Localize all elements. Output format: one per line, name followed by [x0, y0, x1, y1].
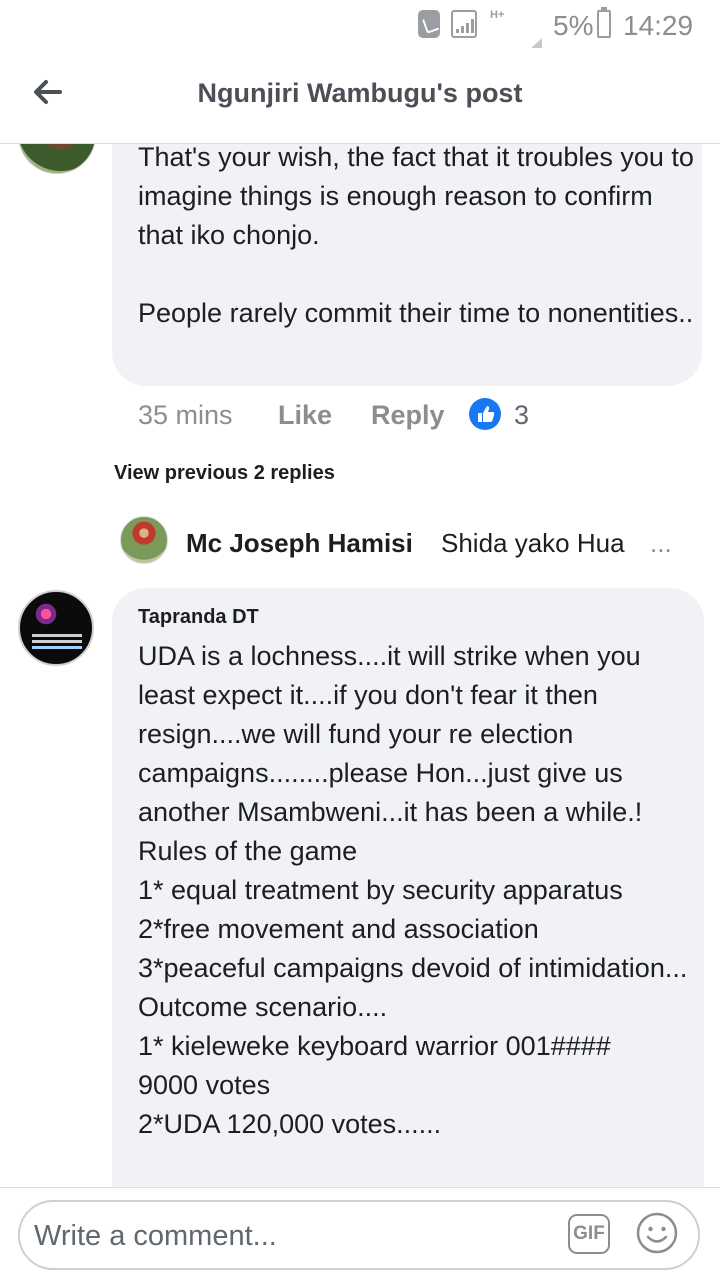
reply-ellipsis: ...: [650, 528, 672, 558]
comment-input[interactable]: Write a comment... GIF: [18, 1200, 700, 1270]
comment-author-name[interactable]: Tapranda DT: [138, 606, 259, 629]
battery-icon: [597, 7, 611, 38]
avatar[interactable]: [18, 590, 94, 666]
gif-button[interactable]: GIF: [568, 1214, 610, 1254]
reply-button[interactable]: Reply: [371, 400, 445, 431]
thumbs-up-icon[interactable]: [469, 398, 501, 430]
like-button[interactable]: Like: [278, 400, 332, 431]
reply-snippet: Shida yako Hua: [441, 528, 625, 558]
comment-text: That's your wish, the fact that it troub…: [138, 144, 694, 328]
clock: 14:29: [623, 10, 694, 41]
signal-box-icon: [451, 10, 477, 38]
comment-timestamp[interactable]: 35 mins: [138, 400, 233, 431]
comment-placeholder: Write a comment...: [34, 1220, 277, 1252]
avatar[interactable]: [120, 516, 168, 564]
battery-percent: 5%: [553, 10, 594, 41]
comment-composer: Write a comment... GIF: [0, 1187, 720, 1280]
phone-call-icon: [418, 10, 440, 38]
avatar[interactable]: [18, 144, 96, 174]
view-previous-replies-link[interactable]: View previous 2 replies: [114, 462, 335, 485]
smiley-icon: [636, 1212, 678, 1254]
status-bar: H+ 5% 14:29: [0, 0, 720, 62]
reply-author-name[interactable]: Mc Joseph Hamisi: [186, 528, 413, 559]
reaction-count[interactable]: 3: [514, 400, 529, 431]
header: Ngunjiri Wambugu's post: [0, 48, 720, 144]
comment-bubble[interactable]: Tapranda DT UDA is a lochness....it will…: [112, 588, 704, 1187]
comment-bubble[interactable]: That's your wish, the fact that it troub…: [112, 144, 702, 386]
page-title: Ngunjiri Wambugu's post: [197, 78, 523, 108]
comments-list[interactable]: That's your wish, the fact that it troub…: [0, 144, 720, 1187]
reply-preview[interactable]: Mc Joseph Hamisi Shida yako Hua ...: [120, 516, 700, 564]
network-type-label: H+: [490, 9, 505, 21]
flower-logo-icon: [34, 602, 58, 626]
emoji-button[interactable]: [634, 1210, 680, 1256]
logo-text-lines: [32, 634, 82, 637]
screen: H+ 5% 14:29 Ngunjiri Wambugu's post That…: [0, 0, 720, 1280]
comment-text: UDA is a lochness....it will strike when…: [138, 641, 688, 1139]
